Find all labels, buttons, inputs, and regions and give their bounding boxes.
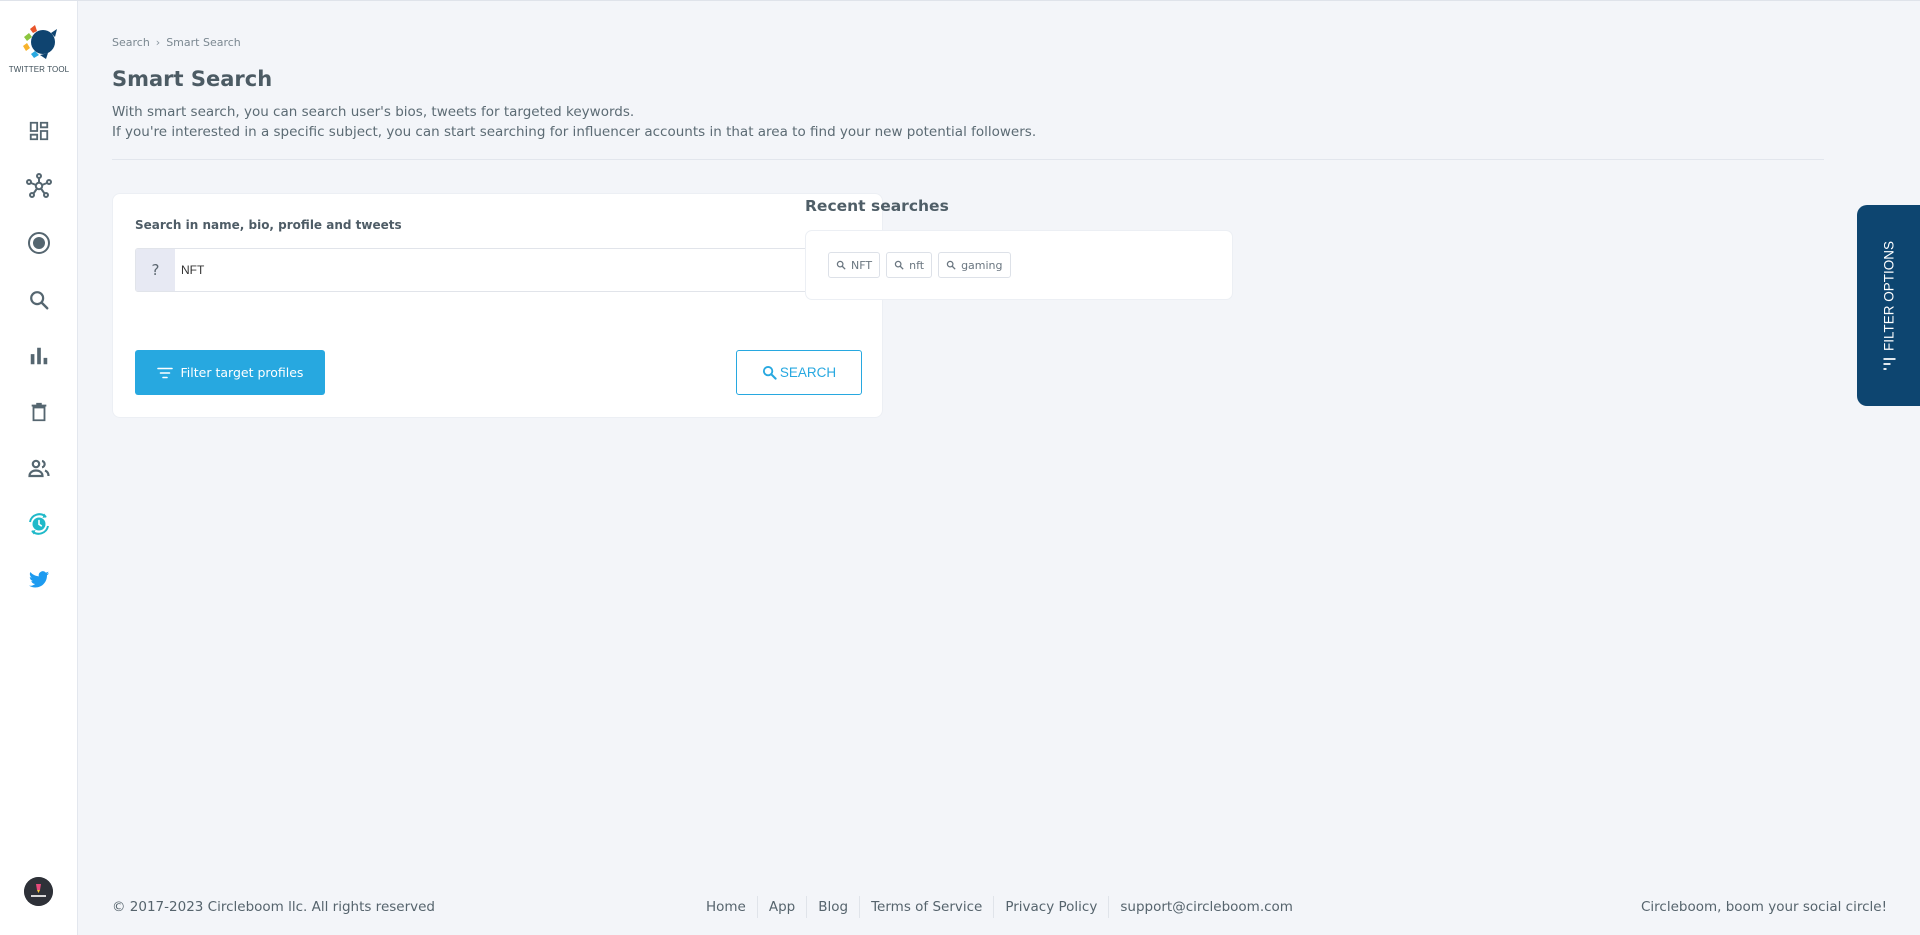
trash-icon bbox=[31, 402, 47, 422]
filter-options-content: FILTER OPTIONS bbox=[1881, 240, 1896, 370]
search-icon bbox=[894, 260, 904, 270]
breadcrumb-separator-icon: › bbox=[155, 36, 161, 49]
page-title: Smart Search bbox=[112, 67, 273, 91]
breadcrumb: Search › Smart Search bbox=[112, 36, 241, 49]
avatar-image-icon bbox=[24, 877, 53, 906]
help-icon: ? bbox=[136, 249, 175, 291]
search-button-label: SEARCH bbox=[779, 365, 837, 380]
breadcrumb-item-search[interactable]: Search bbox=[112, 36, 150, 49]
search-icon bbox=[836, 260, 846, 270]
user-avatar[interactable] bbox=[24, 877, 53, 906]
search-card: Search in name, bio, profile and tweets … bbox=[112, 193, 883, 418]
footer-tagline: Circleboom, boom your social circle! bbox=[1640, 899, 1887, 915]
logo-text: TWITTER TOOL bbox=[8, 65, 70, 74]
recent-search-chip[interactable]: NFT bbox=[828, 252, 881, 278]
sidebar-item-scheduler[interactable] bbox=[0, 504, 78, 544]
dashboard-icon bbox=[29, 121, 49, 141]
footer-divider bbox=[756, 896, 758, 918]
footer-divider bbox=[806, 896, 808, 918]
footer-link-app[interactable]: App bbox=[769, 897, 795, 917]
recent-search-label: nft bbox=[909, 258, 925, 272]
footer-divider bbox=[859, 896, 861, 918]
search-label: Search in name, bio, profile and tweets bbox=[135, 218, 402, 232]
recent-searches-title: Recent searches bbox=[805, 197, 949, 215]
recent-searches-card: NFT nft gaming bbox=[805, 230, 1233, 300]
footer-links: Home App Blog Terms of Service Privacy P… bbox=[706, 896, 1293, 918]
sidebar-item-target[interactable] bbox=[0, 223, 78, 263]
schedule-icon bbox=[29, 513, 49, 535]
target-icon bbox=[28, 232, 50, 254]
filter-target-profiles-button[interactable]: Filter target profiles bbox=[135, 350, 325, 395]
sidebar-item-network[interactable] bbox=[0, 166, 78, 206]
footer-link-home[interactable]: Home bbox=[706, 897, 746, 917]
sidebar: TWITTER TOOL bbox=[0, 1, 78, 935]
sidebar-item-analytics[interactable] bbox=[0, 336, 78, 376]
circleboom-logo-icon bbox=[23, 25, 57, 59]
search-button[interactable]: SEARCH bbox=[736, 350, 862, 395]
search-icon bbox=[30, 291, 49, 310]
analytics-icon bbox=[30, 347, 48, 365]
filter-options-label: FILTER OPTIONS bbox=[1881, 240, 1896, 351]
search-icon bbox=[946, 260, 956, 270]
sidebar-item-dashboard[interactable] bbox=[0, 111, 78, 151]
recent-search-chip[interactable]: nft bbox=[886, 252, 933, 278]
recent-search-label: gaming bbox=[961, 258, 1003, 272]
search-icon bbox=[762, 365, 777, 380]
logo[interactable]: TWITTER TOOL bbox=[0, 21, 78, 74]
users-icon bbox=[28, 459, 50, 478]
breadcrumb-item-current: Smart Search bbox=[166, 36, 241, 49]
filter-button-label: Filter target profiles bbox=[180, 365, 304, 380]
sidebar-item-twitter[interactable] bbox=[0, 560, 78, 600]
recent-search-label: NFT bbox=[851, 258, 873, 272]
footer-link-support-email[interactable]: support@circleboom.com bbox=[1120, 897, 1293, 917]
sidebar-item-search[interactable] bbox=[0, 280, 78, 320]
recent-search-chip[interactable]: gaming bbox=[938, 252, 1011, 278]
filter-options-tab[interactable]: FILTER OPTIONS bbox=[1857, 205, 1920, 406]
page-description: With smart search, you can search user's… bbox=[112, 102, 1036, 142]
twitter-icon bbox=[28, 571, 50, 588]
search-input-group: ? bbox=[135, 248, 861, 292]
footer-divider bbox=[1108, 896, 1110, 918]
sidebar-item-users[interactable] bbox=[0, 448, 78, 488]
footer-link-blog[interactable]: Blog bbox=[818, 897, 848, 917]
filter-icon bbox=[1882, 357, 1895, 370]
filter-icon bbox=[156, 367, 173, 378]
sidebar-item-delete[interactable] bbox=[0, 392, 78, 432]
copyright-text: © 2017-2023 Circleboom llc. All rights r… bbox=[112, 899, 435, 915]
footer-link-privacy[interactable]: Privacy Policy bbox=[1005, 897, 1097, 917]
footer-divider bbox=[993, 896, 995, 918]
search-input[interactable] bbox=[175, 249, 860, 291]
description-line-2: If you're interested in a specific subje… bbox=[112, 124, 1037, 140]
header-divider bbox=[112, 159, 1824, 160]
footer-link-terms[interactable]: Terms of Service bbox=[871, 897, 982, 917]
description-line-1: With smart search, you can search user's… bbox=[112, 104, 635, 120]
network-icon bbox=[26, 173, 52, 198]
